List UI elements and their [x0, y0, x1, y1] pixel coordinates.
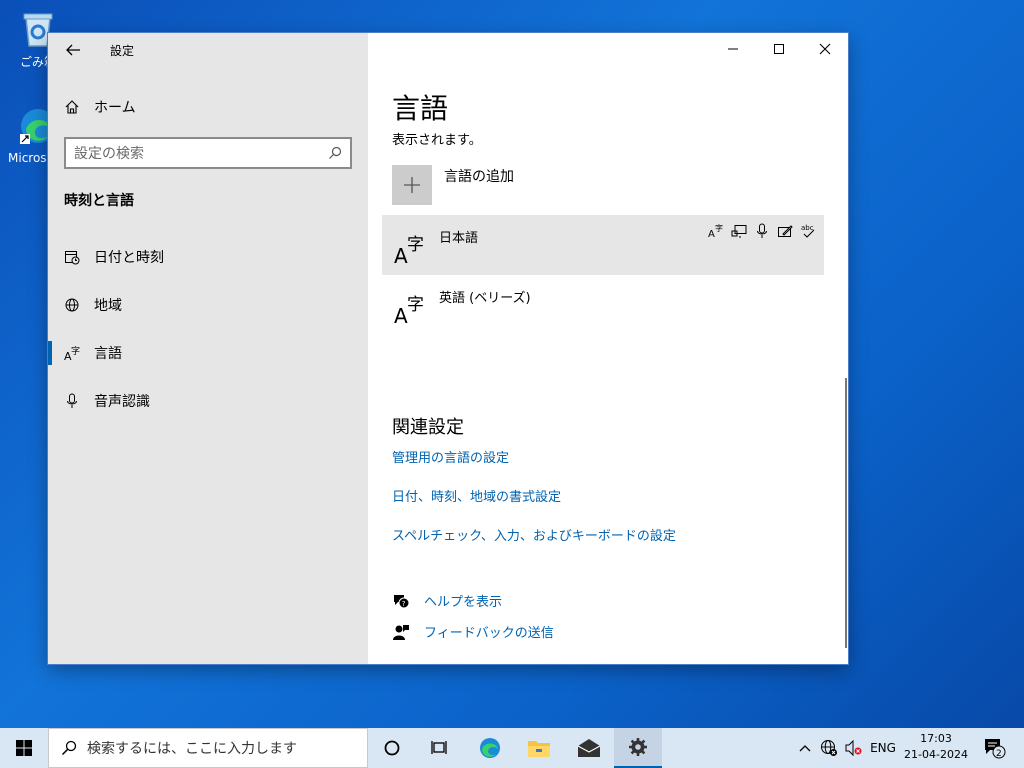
scrollbar[interactable]: [845, 378, 847, 648]
edge-icon: [480, 738, 500, 758]
sidebar-item-language[interactable]: A字 言語: [48, 333, 368, 373]
notification-count: 2: [996, 749, 1002, 759]
network-globe-icon: [821, 740, 837, 756]
spellcheck-icon: abc: [799, 223, 816, 239]
language-item-english-belize[interactable]: A 字 英語 (ベリーズ): [382, 275, 824, 335]
settings-search-input[interactable]: 設定の検索: [64, 137, 352, 169]
language-features: A字 abc: [707, 223, 816, 239]
start-button[interactable]: [0, 728, 48, 768]
taskbar: 検索するには、ここに入力します ENG 17:03 21-04-2024 2: [0, 728, 1024, 768]
network-button[interactable]: [818, 728, 840, 768]
windows-logo-icon: [16, 740, 32, 756]
feedback-label: フィードバックの送信: [424, 626, 554, 641]
globe-region-icon: [64, 297, 80, 313]
feedback-icon: [393, 624, 409, 640]
volume-button[interactable]: [842, 728, 864, 768]
get-help-link[interactable]: ? ヘルプを表示: [392, 591, 502, 610]
maximize-button[interactable]: [756, 33, 802, 65]
svg-text:字: 字: [407, 235, 424, 255]
help-icon: ?: [394, 594, 410, 608]
section-title: 時刻と言語: [64, 193, 134, 209]
search-placeholder: 設定の検索: [74, 146, 144, 162]
svg-text:字: 字: [715, 223, 723, 233]
task-view-button[interactable]: [416, 728, 464, 768]
handwriting-icon: [776, 223, 793, 239]
add-language-button[interactable]: 言語の追加: [392, 165, 514, 205]
close-button[interactable]: [802, 33, 848, 65]
home-label: ホーム: [94, 100, 136, 116]
microphone-icon: [64, 393, 80, 409]
minimize-icon: [728, 48, 738, 50]
send-feedback-link[interactable]: フィードバックの送信: [392, 622, 554, 641]
language-item-japanese[interactable]: A 字 日本語 A字 abc: [382, 215, 824, 275]
date-time-region-format-link[interactable]: 日付、時刻、地域の書式設定: [392, 486, 561, 505]
spelling-typing-keyboard-link[interactable]: スペルチェック、入力、およびキーボードの設定: [392, 525, 676, 544]
sidebar: 設定 ホーム 設定の検索 時刻と言語 日付と時刻 地域 A 字 言語 音声認識: [48, 33, 368, 664]
home-icon: [65, 100, 79, 114]
text-to-speech-icon: [730, 223, 747, 239]
notification-icon: 2: [985, 739, 1006, 759]
taskbar-settings[interactable]: [614, 728, 662, 768]
gear-icon: [629, 738, 647, 756]
language-glyph-icon: A 字: [394, 295, 424, 325]
display-language-icon: A字: [707, 223, 724, 239]
svg-text:A: A: [394, 304, 408, 325]
svg-text:A: A: [394, 244, 408, 265]
sidebar-item-label: 音声認識: [94, 394, 150, 410]
plus-icon: [392, 165, 432, 205]
main-content: 言語 表示されます。 言語の追加 A 字 日本語 A字 abc A 字 英語 (…: [368, 33, 848, 664]
cortana-circle-icon: [384, 740, 400, 756]
sidebar-item-label: 日付と時刻: [94, 250, 164, 266]
mail-icon: [577, 739, 601, 757]
search-icon: [61, 740, 77, 756]
folder-icon: [528, 741, 550, 757]
back-arrow-icon[interactable]: [64, 41, 82, 59]
taskbar-search-placeholder: 検索するには、ここに入力します: [87, 741, 297, 757]
add-language-label: 言語の追加: [444, 169, 514, 185]
notification-center-button[interactable]: 2: [978, 728, 1012, 768]
clock[interactable]: 17:03 21-04-2024: [904, 731, 968, 763]
language-icon: A字: [64, 345, 80, 361]
svg-text:字: 字: [71, 345, 80, 357]
help-label: ヘルプを表示: [424, 595, 503, 610]
sidebar-item-date-time[interactable]: 日付と時刻: [48, 237, 368, 277]
svg-text:A: A: [708, 229, 715, 239]
input-language-indicator[interactable]: ENG: [866, 728, 900, 768]
volume-muted-icon: [845, 739, 862, 757]
home-link[interactable]: ホーム: [64, 97, 136, 117]
speech-recognition-icon: [753, 223, 770, 239]
clock-date: 21-04-2024: [904, 748, 968, 761]
sidebar-item-label: 地域: [94, 298, 122, 314]
svg-text:?: ?: [402, 600, 406, 608]
window-title: 設定: [110, 44, 135, 58]
admin-language-settings-link[interactable]: 管理用の言語の設定: [392, 447, 509, 466]
svg-text:abc: abc: [801, 224, 814, 232]
language-name: 英語 (ベリーズ): [439, 291, 531, 306]
language-glyph-icon: A 字: [394, 235, 424, 265]
taskbar-file-explorer[interactable]: [515, 728, 563, 768]
page-title: 言語: [392, 92, 449, 125]
chevron-up-icon: [799, 745, 811, 752]
page-subtext: 表示されます。: [392, 133, 482, 148]
sidebar-item-region[interactable]: 地域: [48, 285, 368, 325]
search-icon: [329, 146, 342, 159]
svg-text:字: 字: [407, 295, 424, 315]
language-name: 日本語: [439, 231, 479, 246]
sidebar-item-label: 言語: [94, 346, 122, 362]
taskbar-edge[interactable]: [466, 728, 514, 768]
sidebar-item-speech[interactable]: 音声認識: [48, 381, 368, 421]
calendar-clock-icon: [64, 249, 80, 265]
show-hidden-icons-button[interactable]: [796, 728, 814, 768]
close-icon: [819, 43, 831, 55]
maximize-icon: [774, 44, 784, 54]
clock-time: 17:03: [920, 732, 952, 745]
settings-window: 設定 ホーム 設定の検索 時刻と言語 日付と時刻 地域 A 字 言語 音声認識 …: [48, 33, 848, 664]
cortana-button[interactable]: [368, 728, 416, 768]
task-view-icon: [431, 741, 447, 754]
minimize-button[interactable]: [710, 33, 756, 65]
taskbar-mail[interactable]: [565, 728, 613, 768]
related-settings-title: 関連設定: [392, 417, 464, 438]
taskbar-search-input[interactable]: 検索するには、ここに入力します: [48, 728, 368, 768]
